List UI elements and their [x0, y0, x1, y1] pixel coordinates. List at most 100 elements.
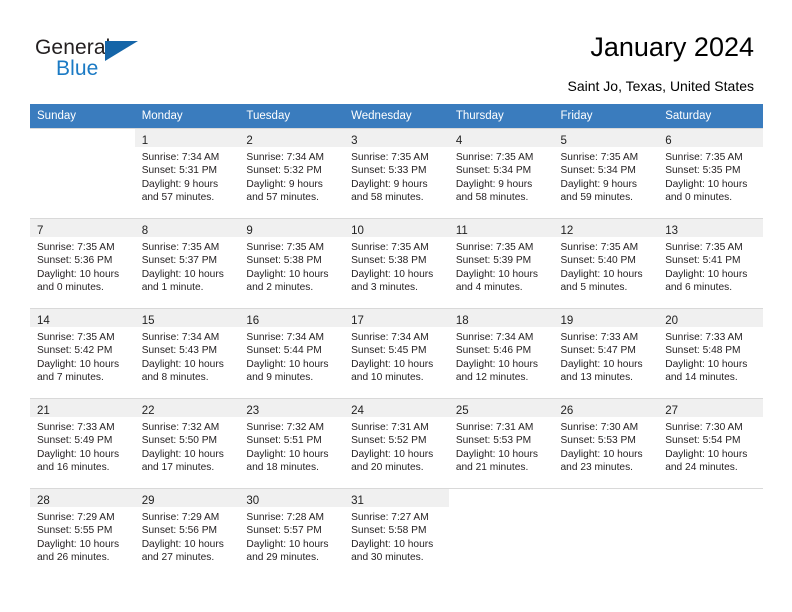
day-cell-details: Sunrise: 7:35 AM Sunset: 5:37 PM Daylight:… — [135, 237, 240, 294]
day-cell-inner — [30, 128, 135, 218]
sunset-text: Sunset: 5:34 PM — [560, 165, 636, 177]
day-cell-details: Sunrise: 7:35 AM Sunset: 5:40 PM Daylight:… — [554, 237, 659, 294]
day-cell-details: Sunrise: 7:35 AM Sunset: 5:39 PM Daylight:… — [449, 237, 554, 294]
sunset-text: Sunset: 5:36 PM — [37, 255, 113, 267]
sunset-text: Sunset: 5:46 PM — [455, 345, 532, 357]
calendar-day-cell[interactable]: 6 Sunrise: 7:35 AM Sunset: 5:35 PM Daylight… — [658, 128, 763, 218]
calendar-day-cell[interactable]: 29 Sunrise: 7:29 AM Sunset: 5:56 PM Dayligh… — [134, 488, 240, 578]
day-cell-details: Sunrise: 7:34 AM Sunset: 5:43 PM Daylight:… — [135, 327, 240, 384]
day-cell-inner: 3 Sunrise: 7:35 AM Sunset: 5:33 PM Daylight… — [344, 128, 449, 218]
day-number-band: 27 — [658, 398, 763, 417]
calendar-day-cell[interactable]: 7 Sunrise: 7:35 AM Sunset: 5:36 PM Daylight… — [30, 218, 135, 308]
day-number-band: 10 — [344, 218, 449, 237]
sunset-text: Sunset: 5:58 PM — [351, 525, 427, 537]
calendar-day-cell[interactable]: 13 Sunrise: 7:35 AM Sunset: 5:41 PM Dayligh… — [658, 218, 763, 308]
calendar-day-cell[interactable]: 10 Sunrise: 7:35 AM Sunset: 5:38 PM Dayligh… — [344, 218, 449, 308]
daylight-text: Daylight: 10 hours and 10 minutes. — [351, 358, 434, 383]
calendar-day-cell[interactable]: 14 Sunrise: 7:35 AM Sunset: 5:42 PM Dayligh… — [30, 308, 135, 398]
day-number-band: 25 — [448, 398, 554, 417]
calendar-day-cell[interactable]: 12 Sunrise: 7:35 AM Sunset: 5:40 PM Dayligh… — [553, 218, 659, 308]
day-cell-details: Sunrise: 7:33 AM Sunset: 5:47 PM Daylight:… — [554, 327, 659, 384]
calendar-day-cell[interactable]: 21 Sunrise: 7:33 AM Sunset: 5:49 PM Dayligh… — [30, 398, 135, 488]
day-number-band: 20 — [658, 308, 763, 327]
calendar-day-cell[interactable]: 8 Sunrise: 7:35 AM Sunset: 5:37 PM Daylight… — [134, 218, 240, 308]
calendar-day-cell[interactable]: 1 Sunrise: 7:34 AM Sunset: 5:31 PM Daylight… — [134, 128, 240, 218]
calendar-day-cell[interactable]: 20 Sunrise: 7:33 AM Sunset: 5:48 PM Dayligh… — [658, 308, 763, 398]
day-cell-inner: 4 Sunrise: 7:35 AM Sunset: 5:34 PM Daylight… — [448, 128, 554, 218]
calendar-day-cell[interactable]: 9 Sunrise: 7:35 AM Sunset: 5:38 PM Daylight… — [239, 218, 345, 308]
sunset-text: Sunset: 5:56 PM — [141, 525, 218, 537]
daylight-text: Daylight: 9 hours and 58 minutes. — [455, 178, 533, 203]
daylight-text: Daylight: 10 hours and 12 minutes. — [455, 358, 538, 383]
calendar-day-cell[interactable]: 23 Sunrise: 7:32 AM Sunset: 5:51 PM Dayligh… — [239, 398, 345, 488]
day-cell-details: Sunrise: 7:35 AM Sunset: 5:38 PM Daylight:… — [344, 237, 449, 294]
day-number: 18 — [455, 315, 469, 327]
sunset-text: Sunset: 5:39 PM — [455, 255, 532, 267]
sunrise-text: Sunrise: 7:35 AM — [455, 152, 534, 163]
calendar-day-cell[interactable]: 24 Sunrise: 7:31 AM Sunset: 5:52 PM Dayligh… — [344, 398, 449, 488]
calendar-day-cell[interactable]: 28 Sunrise: 7:29 AM Sunset: 5:55 PM Dayligh… — [30, 488, 135, 578]
day-cell-inner: 31 Sunrise: 7:27 AM Sunset: 5:58 PM Dayligh… — [344, 488, 449, 578]
calendar-day-cell[interactable]: 17 Sunrise: 7:34 AM Sunset: 5:45 PM Dayligh… — [344, 308, 449, 398]
day-cell-details: Sunrise: 7:31 AM Sunset: 5:53 PM Daylight:… — [449, 417, 554, 474]
calendar-day-cell[interactable]: 19 Sunrise: 7:33 AM Sunset: 5:47 PM Dayligh… — [553, 308, 659, 398]
sunset-text: Sunset: 5:38 PM — [246, 255, 322, 267]
calendar-day-cell[interactable]: 27 Sunrise: 7:30 AM Sunset: 5:54 PM Dayligh… — [658, 398, 763, 488]
day-number: 25 — [455, 405, 469, 417]
calendar-day-cell[interactable]: 25 Sunrise: 7:31 AM Sunset: 5:53 PM Dayligh… — [448, 398, 554, 488]
calendar-day-cell[interactable]: 31 Sunrise: 7:27 AM Sunset: 5:58 PM Dayligh… — [344, 488, 449, 578]
calendar-day-cell[interactable]: 2 Sunrise: 7:34 AM Sunset: 5:32 PM Daylight… — [239, 128, 345, 218]
day-cell-inner: 26 Sunrise: 7:30 AM Sunset: 5:53 PM Dayligh… — [553, 398, 659, 488]
day-number-band: 1 — [134, 128, 240, 147]
day-cell-inner: 25 Sunrise: 7:31 AM Sunset: 5:53 PM Dayligh… — [448, 398, 554, 488]
sunrise-text: Sunrise: 7:35 AM — [37, 332, 115, 343]
day-cell-inner: 2 Sunrise: 7:34 AM Sunset: 5:32 PM Daylight… — [239, 128, 345, 218]
day-number: 28 — [37, 495, 50, 507]
day-cell-details: Sunrise: 7:28 AM Sunset: 5:57 PM Daylight:… — [239, 507, 344, 564]
calendar-day-cell[interactable]: 16 Sunrise: 7:34 AM Sunset: 5:44 PM Dayligh… — [239, 308, 345, 398]
calendar-day-cell[interactable]: 4 Sunrise: 7:35 AM Sunset: 5:34 PM Daylight… — [448, 128, 554, 218]
sunset-text: Sunset: 5:49 PM — [37, 435, 113, 447]
general-blue-logo[interactable]: General Blue — [35, 36, 165, 86]
logo-triangle-icon — [105, 41, 138, 61]
daylight-text: Daylight: 9 hours and 59 minutes. — [560, 178, 637, 203]
calendar-day-cell[interactable]: 3 Sunrise: 7:35 AM Sunset: 5:33 PM Daylight… — [344, 128, 449, 218]
day-number: 16 — [246, 315, 260, 327]
day-number: 27 — [665, 405, 679, 417]
day-number-band — [553, 488, 659, 507]
daylight-text: Daylight: 10 hours and 1 minute. — [141, 268, 224, 293]
logo-text-blue: Blue — [56, 57, 99, 80]
daylight-text: Daylight: 10 hours and 3 minutes. — [351, 268, 434, 293]
sunset-text: Sunset: 5:47 PM — [560, 345, 636, 357]
daylight-text: Daylight: 10 hours and 26 minutes. — [37, 538, 120, 563]
calendar-day-cell[interactable]: 26 Sunrise: 7:30 AM Sunset: 5:53 PM Dayligh… — [553, 398, 659, 488]
day-cell-inner — [658, 488, 763, 578]
day-number-band: 4 — [448, 128, 554, 147]
sunset-text: Sunset: 5:51 PM — [246, 435, 322, 447]
daylight-text: Daylight: 9 hours and 57 minutes. — [246, 178, 323, 203]
calendar-day-cell[interactable]: 30 Sunrise: 7:28 AM Sunset: 5:57 PM Dayligh… — [239, 488, 345, 578]
day-cell-details: Sunrise: 7:32 AM Sunset: 5:51 PM Daylight:… — [239, 417, 344, 474]
calendar-day-cell[interactable]: 15 Sunrise: 7:34 AM Sunset: 5:43 PM Dayligh… — [134, 308, 240, 398]
daylight-text: Daylight: 10 hours and 16 minutes. — [37, 448, 120, 473]
calendar-day-cell[interactable]: 22 Sunrise: 7:32 AM Sunset: 5:50 PM Dayligh… — [134, 398, 240, 488]
calendar-day-cell[interactable]: 11 Sunrise: 7:35 AM Sunset: 5:39 PM Dayligh… — [448, 218, 554, 308]
sunrise-text: Sunrise: 7:35 AM — [351, 152, 429, 163]
calendar-day-cell[interactable]: 18 Sunrise: 7:34 AM Sunset: 5:46 PM Dayligh… — [448, 308, 554, 398]
day-number: 26 — [560, 405, 574, 417]
day-number-band: 26 — [553, 398, 659, 417]
day-cell-details: Sunrise: 7:35 AM Sunset: 5:41 PM Daylight:… — [658, 237, 763, 294]
calendar-empty-cell — [30, 128, 135, 218]
sunrise-text: Sunrise: 7:29 AM — [141, 512, 220, 523]
day-number: 11 — [455, 225, 468, 237]
day-number: 19 — [560, 315, 574, 327]
calendar-week-row: 28 Sunrise: 7:29 AM Sunset: 5:55 PM Dayligh… — [30, 488, 763, 578]
day-number-band: 17 — [344, 308, 449, 327]
day-number: 24 — [351, 405, 364, 417]
daylight-text: Daylight: 10 hours and 8 minutes. — [141, 358, 224, 383]
daylight-text: Daylight: 10 hours and 29 minutes. — [246, 538, 329, 563]
daylight-text: Daylight: 10 hours and 27 minutes. — [141, 538, 224, 563]
day-cell-inner: 27 Sunrise: 7:30 AM Sunset: 5:54 PM Dayligh… — [658, 398, 763, 488]
day-cell-details: Sunrise: 7:30 AM Sunset: 5:53 PM Daylight:… — [554, 417, 659, 474]
calendar-day-cell[interactable]: 5 Sunrise: 7:35 AM Sunset: 5:34 PM Daylight… — [553, 128, 659, 218]
